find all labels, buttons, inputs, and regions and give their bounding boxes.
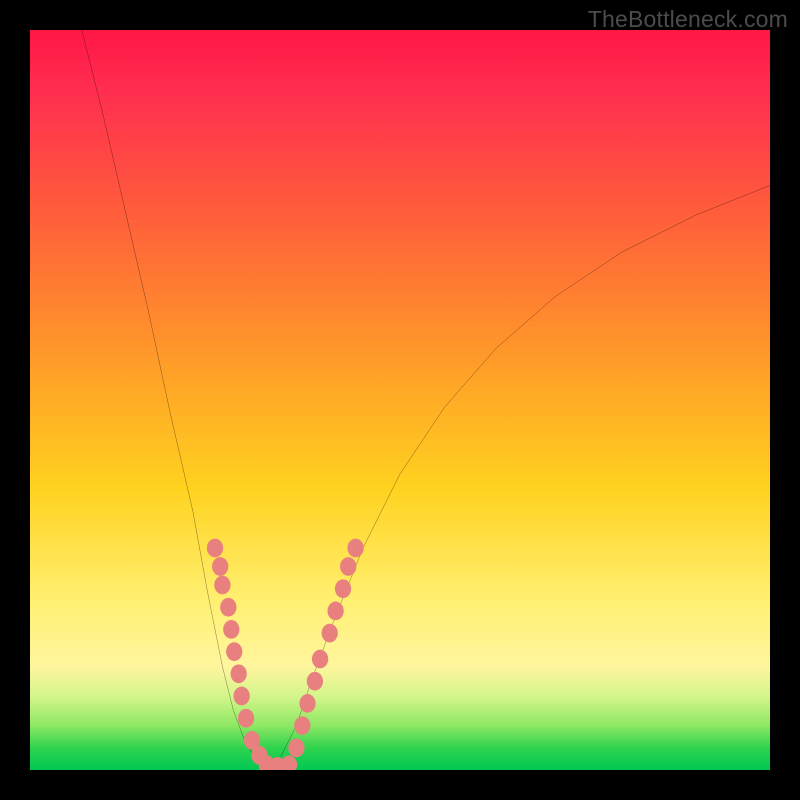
marker-dot <box>340 557 356 576</box>
marker-dot <box>231 664 247 683</box>
chart-frame: TheBottleneck.com <box>0 0 800 800</box>
marker-dot <box>288 738 304 757</box>
marker-dot <box>335 579 351 598</box>
marker-dot <box>223 620 239 639</box>
marker-dot <box>220 598 236 617</box>
marker-dot <box>214 576 230 595</box>
marker-dot <box>234 687 250 706</box>
marker-dot <box>294 716 310 735</box>
chart-svg <box>30 30 770 770</box>
marker-dot <box>347 539 363 558</box>
marker-dot <box>281 755 297 770</box>
marker-dot <box>238 709 254 728</box>
marker-dot <box>207 539 223 558</box>
marker-dot <box>226 642 242 661</box>
curve-right <box>267 185 770 770</box>
plot-area <box>30 30 770 770</box>
watermark-text: TheBottleneck.com <box>588 6 788 33</box>
curve-group <box>82 30 770 770</box>
marker-dot <box>312 650 328 669</box>
marker-dot <box>299 694 315 713</box>
marker-dot <box>307 672 323 691</box>
marker-dot <box>212 557 228 576</box>
marker-group <box>207 539 364 770</box>
marker-dot <box>322 624 338 643</box>
marker-dot <box>327 602 343 621</box>
